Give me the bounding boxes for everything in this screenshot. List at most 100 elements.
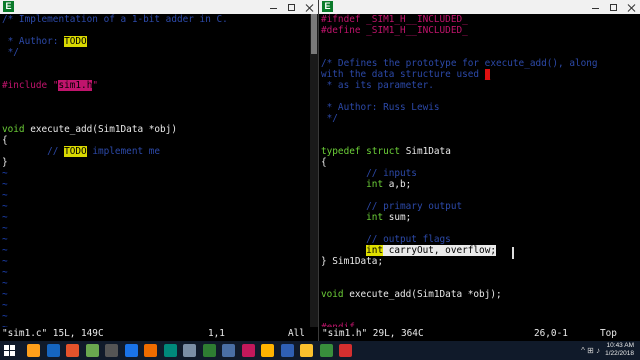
right-code-area[interactable]: #ifndef _SIM1_H__INCLUDED_ #define _SIM1_… [319, 14, 640, 333]
maximize-icon[interactable] [609, 3, 618, 12]
code-token: #include [2, 80, 53, 91]
code-token: */ [321, 113, 338, 124]
code-line[interactable]: #include "sim1.h" [2, 80, 98, 91]
left-editor-window[interactable]: E /* Implementation of a 1-bit adder in … [0, 0, 318, 341]
close-icon[interactable] [305, 3, 314, 12]
maximize-icon[interactable] [287, 3, 296, 12]
code-line[interactable]: with the data structure used _ [321, 69, 491, 80]
code-line[interactable]: */ [2, 47, 19, 58]
code-line[interactable]: #ifndef _SIM1_H__INCLUDED_ [321, 14, 468, 25]
code-line[interactable]: int a,b; [321, 179, 411, 190]
taskbar-app-icon[interactable] [163, 344, 177, 357]
code-line[interactable]: int sum; [321, 212, 411, 223]
code-line[interactable]: typedef struct Sim1Data [321, 146, 451, 157]
taskbar: ^ ⊞ ♪ 10:43 AM 1/22/2018 [0, 341, 640, 360]
code-token: TODO [64, 146, 87, 157]
start-button[interactable] [4, 345, 15, 356]
empty-line-marker: ~ [2, 289, 8, 300]
taskbar-app-icon[interactable] [66, 344, 79, 357]
left-status-position: 1,1 [208, 328, 225, 339]
code-token: /* Defines the prototype for execute_add… [321, 58, 598, 69]
code-line[interactable]: int carryOut, overflow; [321, 245, 496, 256]
code-line[interactable]: // primary output [321, 201, 462, 212]
code-token: TODO [64, 36, 87, 47]
taskbar-app-icon[interactable] [202, 344, 216, 357]
code-line[interactable]: { [2, 135, 8, 146]
code-token: // [47, 146, 65, 157]
taskbar-app-icon[interactable] [124, 344, 138, 357]
code-token: _ [484, 69, 491, 80]
code-line[interactable]: } Sim1Data; [321, 256, 383, 267]
close-icon[interactable] [627, 3, 636, 12]
taskbar-app-icon[interactable] [319, 344, 333, 357]
left-status-percent: All [288, 328, 305, 339]
code-token: void [321, 289, 344, 300]
minimize-icon[interactable] [591, 3, 600, 12]
code-line[interactable]: // output flags [321, 234, 451, 245]
code-token: int [366, 212, 384, 223]
code-line[interactable]: * Author: Russ Lewis [321, 102, 440, 113]
right-status-position: 26,0-1 [534, 328, 568, 339]
empty-line-marker: ~ [2, 267, 8, 278]
code-token: #ifndef _SIM1_H__INCLUDED_ [321, 14, 468, 25]
empty-line-marker: ~ [2, 201, 8, 212]
clock[interactable]: 10:43 AM 1/22/2018 [605, 342, 634, 358]
code-line[interactable]: /* Implementation of a 1-bit adder in C. [2, 14, 228, 25]
code-token: struct [366, 146, 401, 157]
code-line[interactable]: * as its parameter. [321, 80, 434, 91]
code-line[interactable]: void execute_add(Sim1Data *obj) [2, 124, 177, 135]
right-title-bar[interactable]: E [319, 0, 640, 14]
code-token: * Author: Russ Lewis [321, 102, 440, 113]
taskbar-app-icon[interactable] [241, 344, 255, 357]
code-line[interactable]: { [321, 157, 327, 168]
code-token: carryOut, overflow; [383, 245, 496, 256]
taskbar-app-icon[interactable] [183, 344, 196, 357]
code-token: // inputs [366, 168, 417, 179]
taskbar-app-icon[interactable] [300, 344, 313, 357]
vim-app-icon: E [3, 1, 14, 12]
code-line[interactable]: // TODO implement me [2, 146, 160, 157]
right-status-percent: Top [600, 328, 617, 339]
code-line[interactable]: */ [321, 113, 338, 124]
taskbar-app-icon[interactable] [46, 344, 60, 357]
empty-line-marker: ~ [2, 223, 8, 234]
code-token: int [366, 245, 384, 256]
minimize-icon[interactable] [269, 3, 278, 12]
code-token: { [2, 135, 8, 146]
taskbar-app-icon[interactable] [105, 344, 118, 357]
taskbar-app-icon[interactable] [280, 344, 294, 357]
code-token: a,b; [383, 179, 412, 190]
code-token: // output flags [366, 234, 451, 245]
system-tray-icons[interactable]: ^ ⊞ ♪ [581, 346, 600, 355]
code-line[interactable]: void execute_add(Sim1Data *obj); [321, 289, 502, 300]
code-line[interactable]: #define _SIM1_H__INCLUDED_ [321, 25, 468, 36]
code-token: void [2, 124, 25, 135]
taskbar-app-icon[interactable] [339, 344, 352, 357]
code-token: * as its parameter. [321, 80, 434, 91]
left-scrollbar-thumb[interactable] [311, 14, 317, 54]
clock-time: 10:43 AM [606, 342, 634, 349]
taskbar-app-icon[interactable] [144, 344, 157, 357]
empty-line-marker: ~ [2, 212, 8, 223]
taskbar-app-icon[interactable] [85, 344, 99, 357]
left-scrollbar[interactable] [310, 14, 318, 327]
code-token: /* Implementation of a 1-bit adder in C. [2, 14, 228, 25]
taskbar-app-icon[interactable] [222, 344, 235, 357]
taskbar-app-icon[interactable] [261, 344, 274, 357]
right-status-line: "sim1.h" 29L, 364C 26,0-1 Top [319, 327, 640, 341]
clock-date: 1/22/2018 [605, 350, 634, 357]
code-token: * Author: [2, 36, 65, 47]
right-editor-window[interactable]: E #ifndef _SIM1_H__INCLUDED_ #define _SIM… [318, 0, 640, 341]
code-line[interactable]: /* Defines the prototype for execute_add… [321, 58, 598, 69]
code-token: // primary output [366, 201, 463, 212]
left-title-bar[interactable]: E [0, 0, 318, 14]
left-code-area[interactable]: /* Implementation of a 1-bit adder in C.… [0, 14, 318, 333]
code-line[interactable]: } [2, 157, 8, 168]
code-line[interactable]: * Author: TODO [2, 36, 87, 47]
taskbar-app-icon[interactable] [27, 344, 40, 357]
code-token: " [92, 80, 98, 91]
code-line[interactable]: // inputs [321, 168, 417, 179]
